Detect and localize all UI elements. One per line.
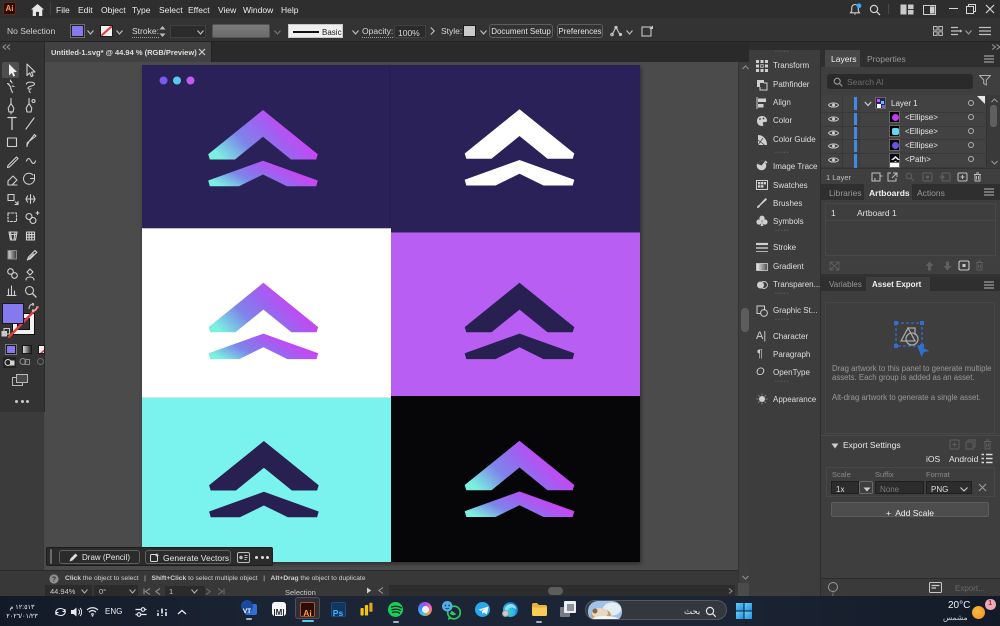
svg-text:?: ? (52, 576, 56, 583)
